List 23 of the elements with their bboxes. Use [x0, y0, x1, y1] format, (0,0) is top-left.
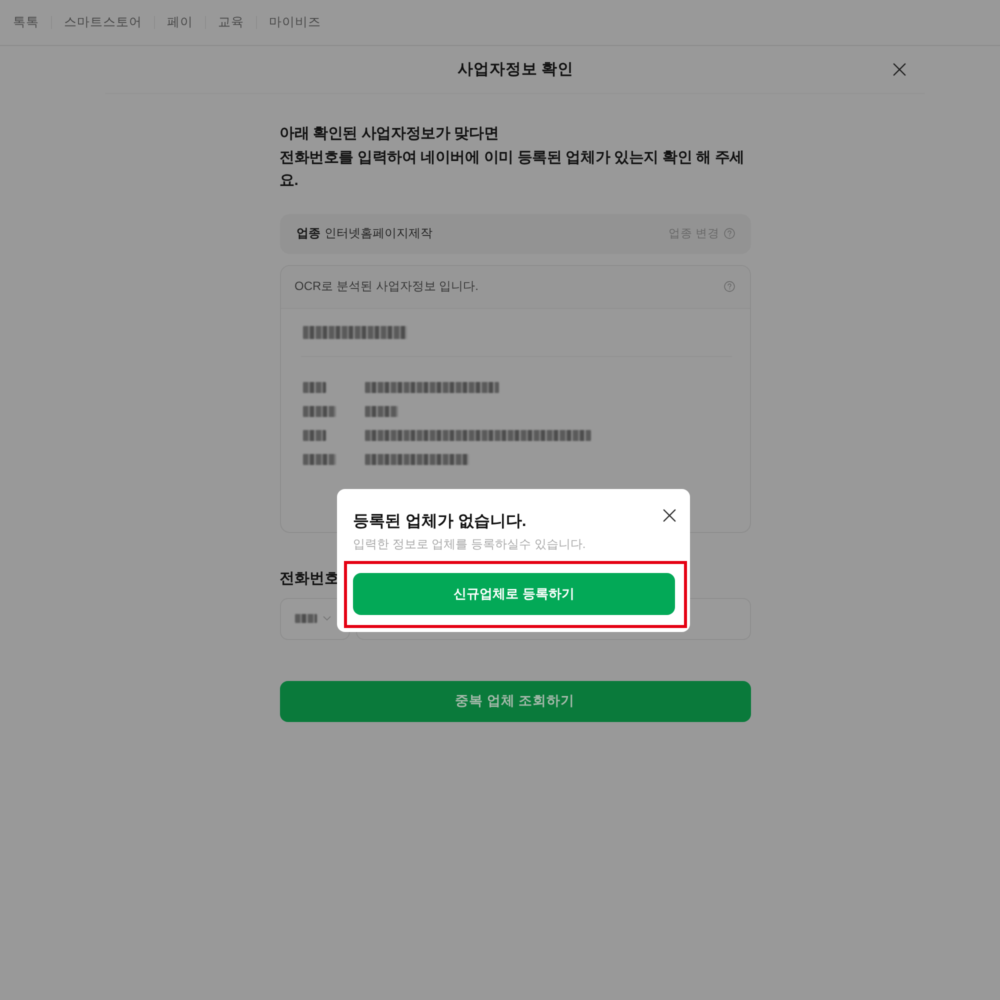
duplicate-check-button[interactable]: 중복 업체 조회하기 [280, 680, 750, 722]
phone-label: 전화번호 [280, 568, 340, 588]
nav-link[interactable]: 스마트스토어 [64, 14, 142, 31]
blurred-text [364, 406, 398, 417]
industry-label: 업종 [296, 225, 320, 242]
popup-title: 등록된 업체가 없습니다. [353, 512, 526, 532]
blurred-text [302, 382, 326, 393]
instruction-text: 아래 확인된 사업자정보가 맞다면 전화번호를 입력하여 네이버에 이미 등록된 업체가 있는지 확인 해 주세요. [280, 124, 746, 191]
blurred-text [302, 430, 326, 441]
blurred-text [302, 454, 336, 465]
close-icon[interactable] [663, 509, 676, 522]
ocr-caption: OCR로 분석된 사업자정보 입니다. [294, 278, 479, 295]
blurred-text [302, 406, 336, 417]
chevron-down-icon [322, 616, 330, 621]
nav-link[interactable]: 마이비즈 [269, 14, 321, 31]
register-new-business-button[interactable]: 신규업체로 등록하기 [353, 573, 675, 615]
industry-value: 인터넷홈페이지제작 [324, 225, 432, 242]
popup-message: 입력한 정보로 업체를 등록하실수 있습니다. [353, 536, 586, 552]
nav-link[interactable]: 페이 [167, 14, 193, 31]
page-title: 사업자정보 확인 [456, 60, 575, 80]
nav-link[interactable]: 교육 [218, 14, 244, 31]
close-icon[interactable] [893, 63, 906, 76]
nav-link[interactable]: 톡톡 [13, 14, 39, 31]
